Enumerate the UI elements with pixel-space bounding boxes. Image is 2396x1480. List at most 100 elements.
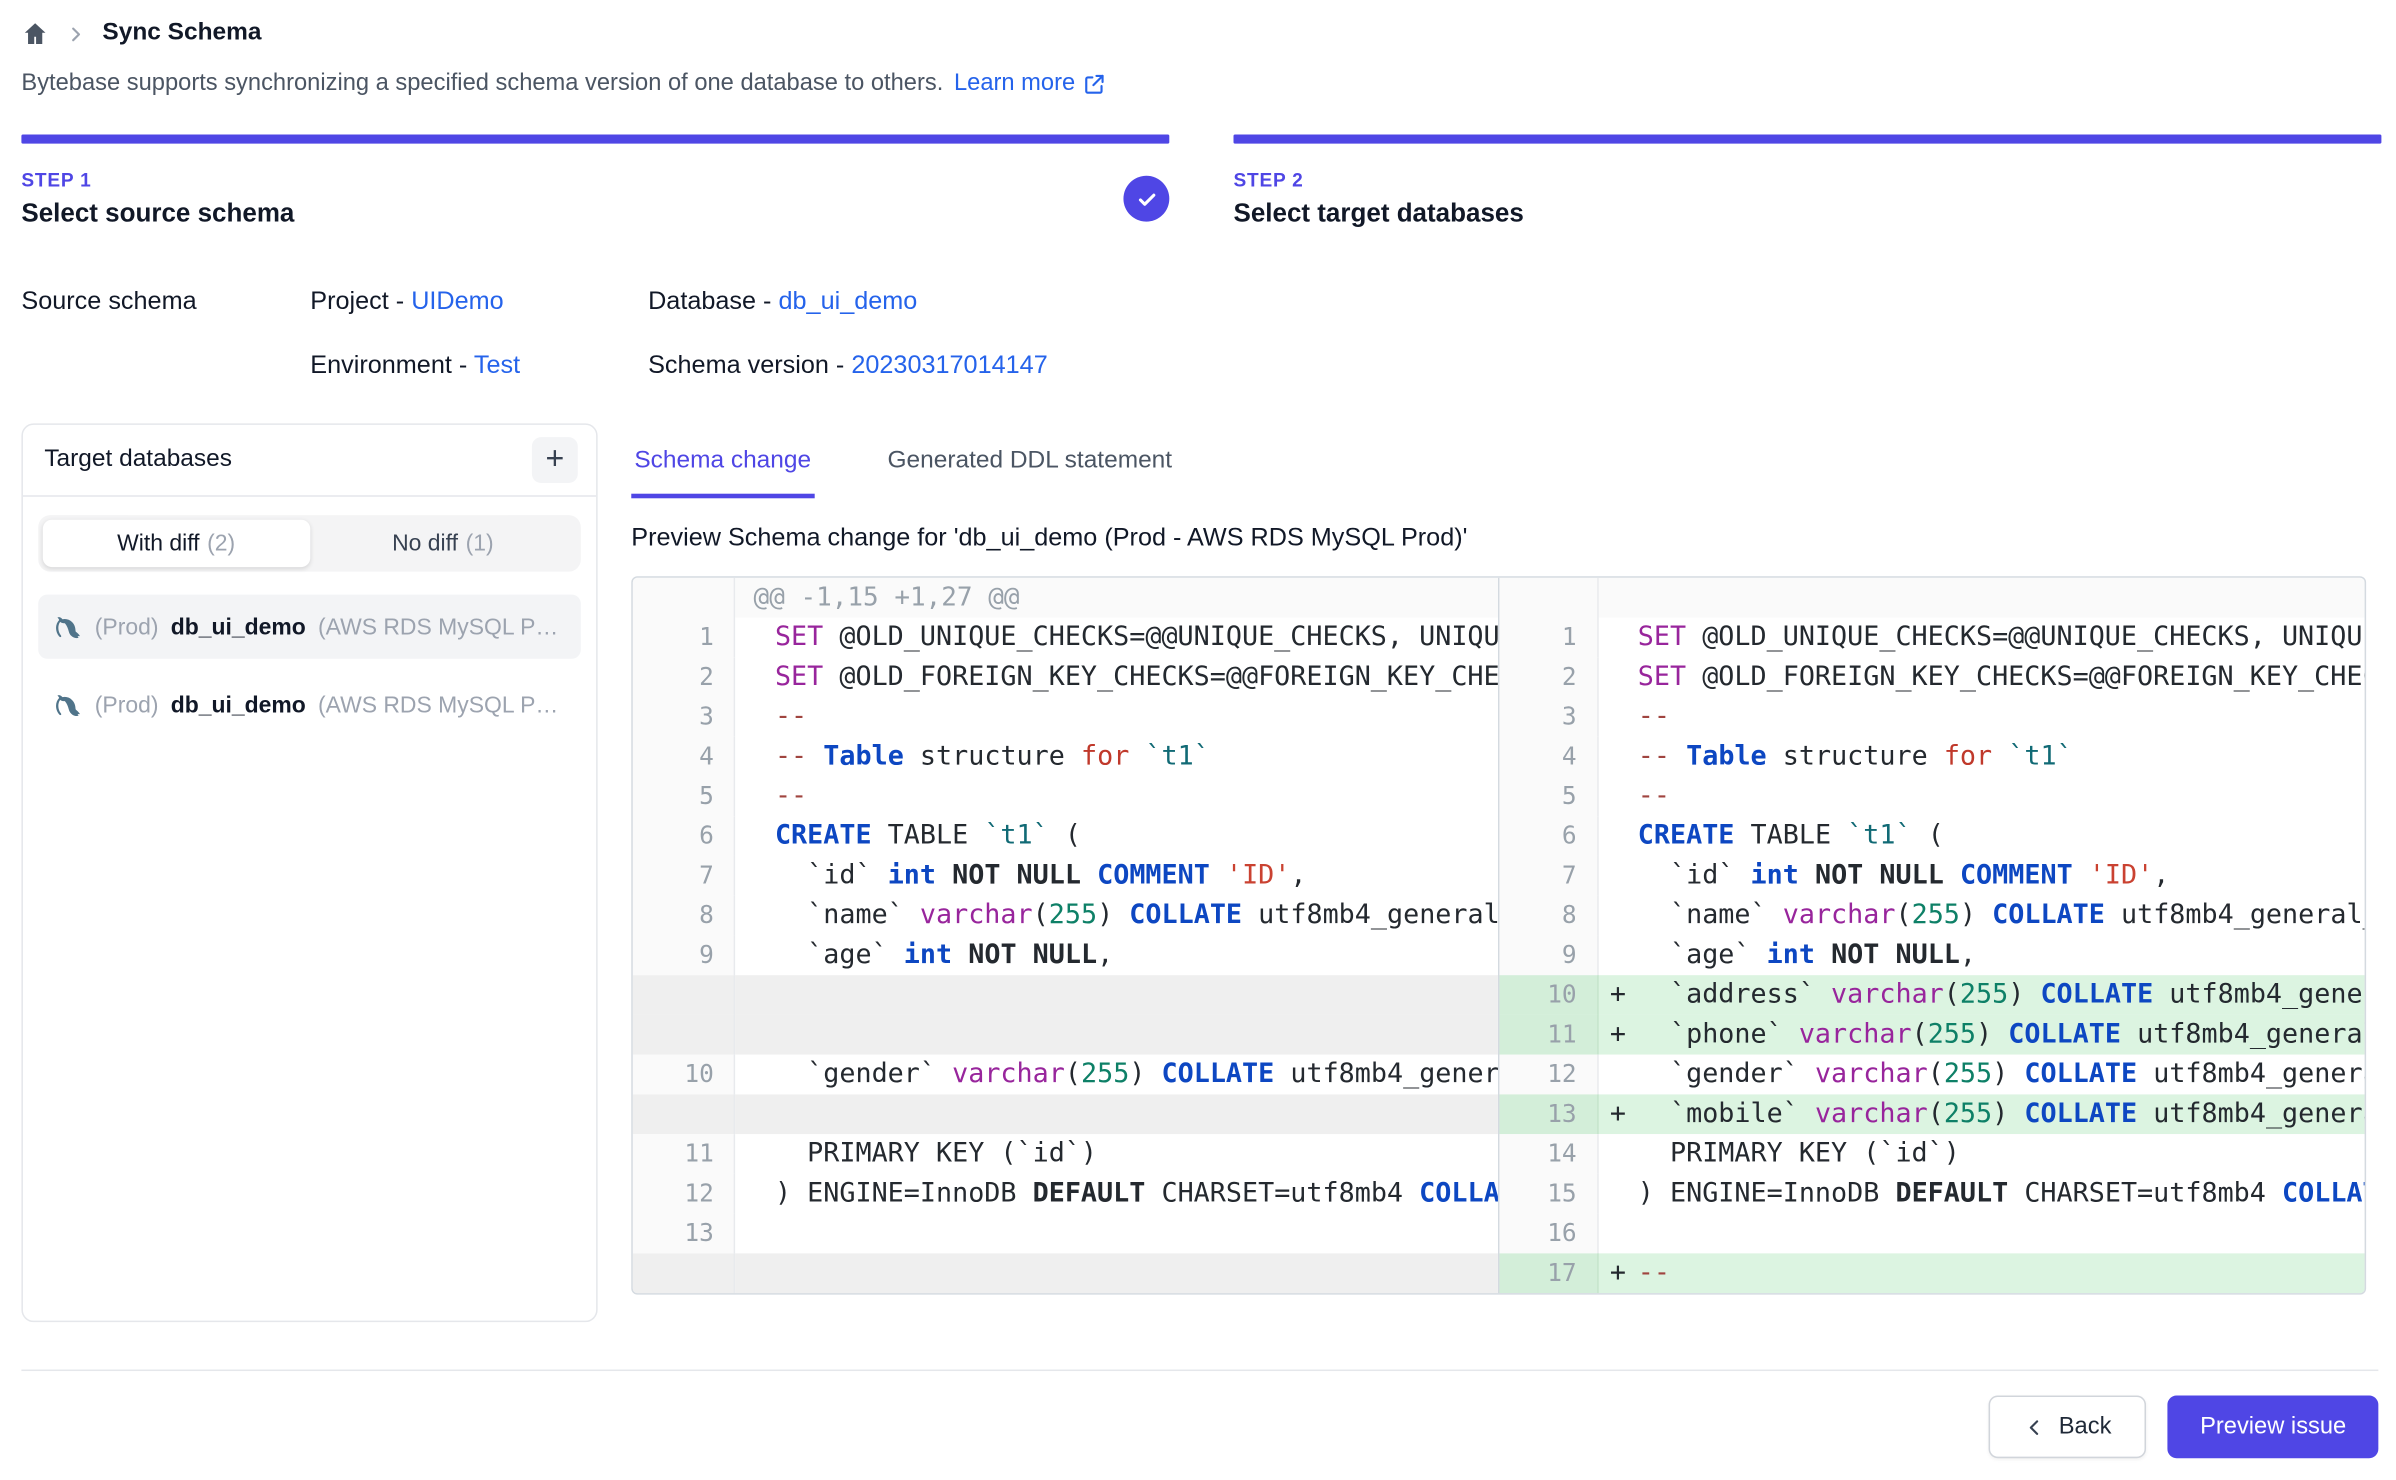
code-token: -- [775, 781, 807, 812]
code-token: DEFAULT [1895, 1178, 2008, 1209]
diff-marker [735, 1055, 775, 1095]
tab-schema-change[interactable]: Schema change [631, 448, 814, 498]
line-number: 17 [1499, 1253, 1598, 1293]
code-token: -- [1638, 702, 1670, 733]
code-token: TABLE [872, 821, 985, 852]
page-title: Sync Schema [102, 20, 261, 48]
line-number [633, 1015, 735, 1055]
diff-marker [1598, 697, 1638, 737]
preview-issue-button[interactable]: Preview issue [2168, 1396, 2378, 1459]
diff-row: 17+-- [1499, 1253, 2365, 1293]
source-project: Project - UIDemo [310, 287, 648, 316]
line-number: 8 [633, 896, 735, 936]
back-button[interactable]: Back [1988, 1396, 2146, 1459]
code-token: varchar [920, 900, 1033, 931]
code-line: `id` int NOT NULL COMMENT 'ID', [735, 856, 1497, 896]
diff-row: 12 ) ENGINE=InnoDB DEFAULT CHARSET=utf8m… [633, 1174, 1497, 1214]
code-line: `name` varchar(255) COLLATE utf8mb4_gene… [1598, 896, 2365, 936]
code-token: COLLATE [1162, 1059, 1275, 1090]
code-token: `address` [1638, 980, 1831, 1011]
no-diff-label: No diff [392, 530, 458, 556]
code-token [1210, 861, 1226, 892]
diff-row: 2 SET @OLD_FOREIGN_KEY_CHECKS=@@FOREIGN_… [633, 657, 1497, 697]
breadcrumb: Sync Schema [0, 0, 2396, 47]
database-link[interactable]: db_ui_demo [778, 287, 917, 315]
environment-link[interactable]: Test [474, 352, 520, 380]
line-number: 10 [633, 1055, 735, 1095]
diff-row: 9 `age` int NOT NULL, [1499, 935, 2365, 975]
diff-row: 7 `id` int NOT NULL COMMENT 'ID', [1499, 856, 2365, 896]
diff-row: 4 -- Table structure for `t1` [1499, 737, 2365, 777]
code-token: Table [1686, 741, 1767, 772]
code-token: utf8mb4_general_ci, [2153, 980, 2364, 1011]
code-token: COLLATE [1992, 900, 2105, 931]
project-label: Project - [310, 287, 404, 315]
diff-row: 13+ `mobile` varchar(255) COLLATE utf8mb… [1499, 1094, 2365, 1134]
code-token: `gender` [1638, 1059, 1815, 1090]
diff-row: 14 PRIMARY KEY (`id`) [1499, 1134, 2365, 1174]
line-number: 11 [633, 1134, 735, 1174]
code-line: SET @OLD_FOREIGN_KEY_CHECKS=@@FOREIGN_KE… [1598, 657, 2365, 697]
code-token: ) ENGINE=InnoDB [1638, 1178, 1896, 1209]
source-schema-section: Source schema Project - UIDemo Database … [0, 229, 2396, 380]
code-token: NOT NULL [1831, 940, 1960, 971]
code-token: utf8mb4_general_ci [1242, 900, 1497, 931]
code-token: ) [1960, 900, 1992, 931]
diff-row: 15 ) ENGINE=InnoDB DEFAULT CHARSET=utf8m… [1499, 1174, 2365, 1214]
main-content: Target databases + With diff (2) No diff… [0, 381, 2396, 1323]
code-line: `gender` varchar(255) COLLATE utf8mb4_ge… [735, 1055, 1497, 1095]
learn-more-link[interactable]: Learn more [954, 70, 1107, 98]
code-token: 255 [1912, 900, 1960, 931]
diff-marker [1598, 896, 1638, 936]
database-item-2[interactable]: (Prod) db_ui_demo (AWS RDS MySQL Prod) [38, 673, 581, 737]
diff-marker [1598, 816, 1638, 856]
db-name: db_ui_demo [171, 692, 306, 718]
code-token: @OLD_UNIQUE_CHECKS=@@UNIQUE_CHECKS, UNIQ… [1686, 622, 2364, 653]
database-item-1[interactable]: (Prod) db_ui_demo (AWS RDS MySQL Prod) [38, 595, 581, 659]
code-line: SET @OLD_UNIQUE_CHECKS=@@UNIQUE_CHECKS, … [735, 618, 1497, 658]
tab-with-diff[interactable]: With diff (2) [43, 520, 310, 567]
diff-marker [735, 697, 775, 737]
diff-marker [735, 737, 775, 777]
code-token: varchar [1783, 900, 1896, 931]
diff-marker [735, 816, 775, 856]
source-database: Database - db_ui_demo [648, 287, 2375, 316]
diff-marker [1598, 776, 1638, 816]
line-number: 12 [633, 1174, 735, 1214]
code-line: -- Table structure for `t1` [735, 737, 1497, 777]
diff-marker [735, 776, 775, 816]
tab-generated-ddl[interactable]: Generated DDL statement [884, 448, 1175, 498]
line-number [633, 1094, 735, 1134]
code-token: DEFAULT [1033, 1178, 1146, 1209]
with-diff-label: With diff [117, 530, 199, 556]
code-line: + `mobile` varchar(255) COLLATE utf8mb4_… [1598, 1094, 2365, 1134]
step-2-title: Select target databases [1233, 199, 2381, 230]
code-token: TABLE [1734, 821, 1847, 852]
project-link[interactable]: UIDemo [411, 287, 503, 315]
tab-no-diff[interactable]: No diff (1) [310, 520, 577, 567]
add-target-database-button[interactable]: + [532, 437, 578, 483]
diff-marker [1598, 1134, 1638, 1174]
with-diff-count: (2) [207, 530, 235, 556]
code-token: 255 [1049, 900, 1097, 931]
line-number: 3 [1499, 697, 1598, 737]
code-token: structure [904, 741, 1081, 772]
schema-version-link[interactable]: 20230317014147 [851, 352, 1047, 380]
diff-marker [1598, 657, 1638, 697]
chevron-left-icon [2024, 1416, 2045, 1437]
diff-marker [735, 1174, 775, 1214]
code-line [735, 1015, 1497, 1055]
code-token: NOT NULL [1815, 861, 1944, 892]
home-icon[interactable] [21, 20, 49, 48]
code-token: -- [1638, 1258, 1670, 1289]
step-1: STEP 1 Select source schema [21, 135, 1169, 230]
diff-viewer[interactable]: @@ -1,15 +1,27 @@1 SET @OLD_UNIQUE_CHECK… [631, 576, 2366, 1294]
diff-marker: + [1598, 1015, 1638, 1055]
code-token: ) ENGINE=InnoDB [775, 1178, 1033, 1209]
code-token: `t1` [984, 821, 1048, 852]
code-token: 255 [1944, 1099, 1992, 1130]
code-token: -- [775, 741, 807, 772]
code-token: 255 [1928, 1020, 1976, 1051]
code-line: ) ENGINE=InnoDB DEFAULT CHARSET=utf8mb4 … [1598, 1174, 2365, 1214]
code-line: `age` int NOT NULL, [1598, 935, 2365, 975]
